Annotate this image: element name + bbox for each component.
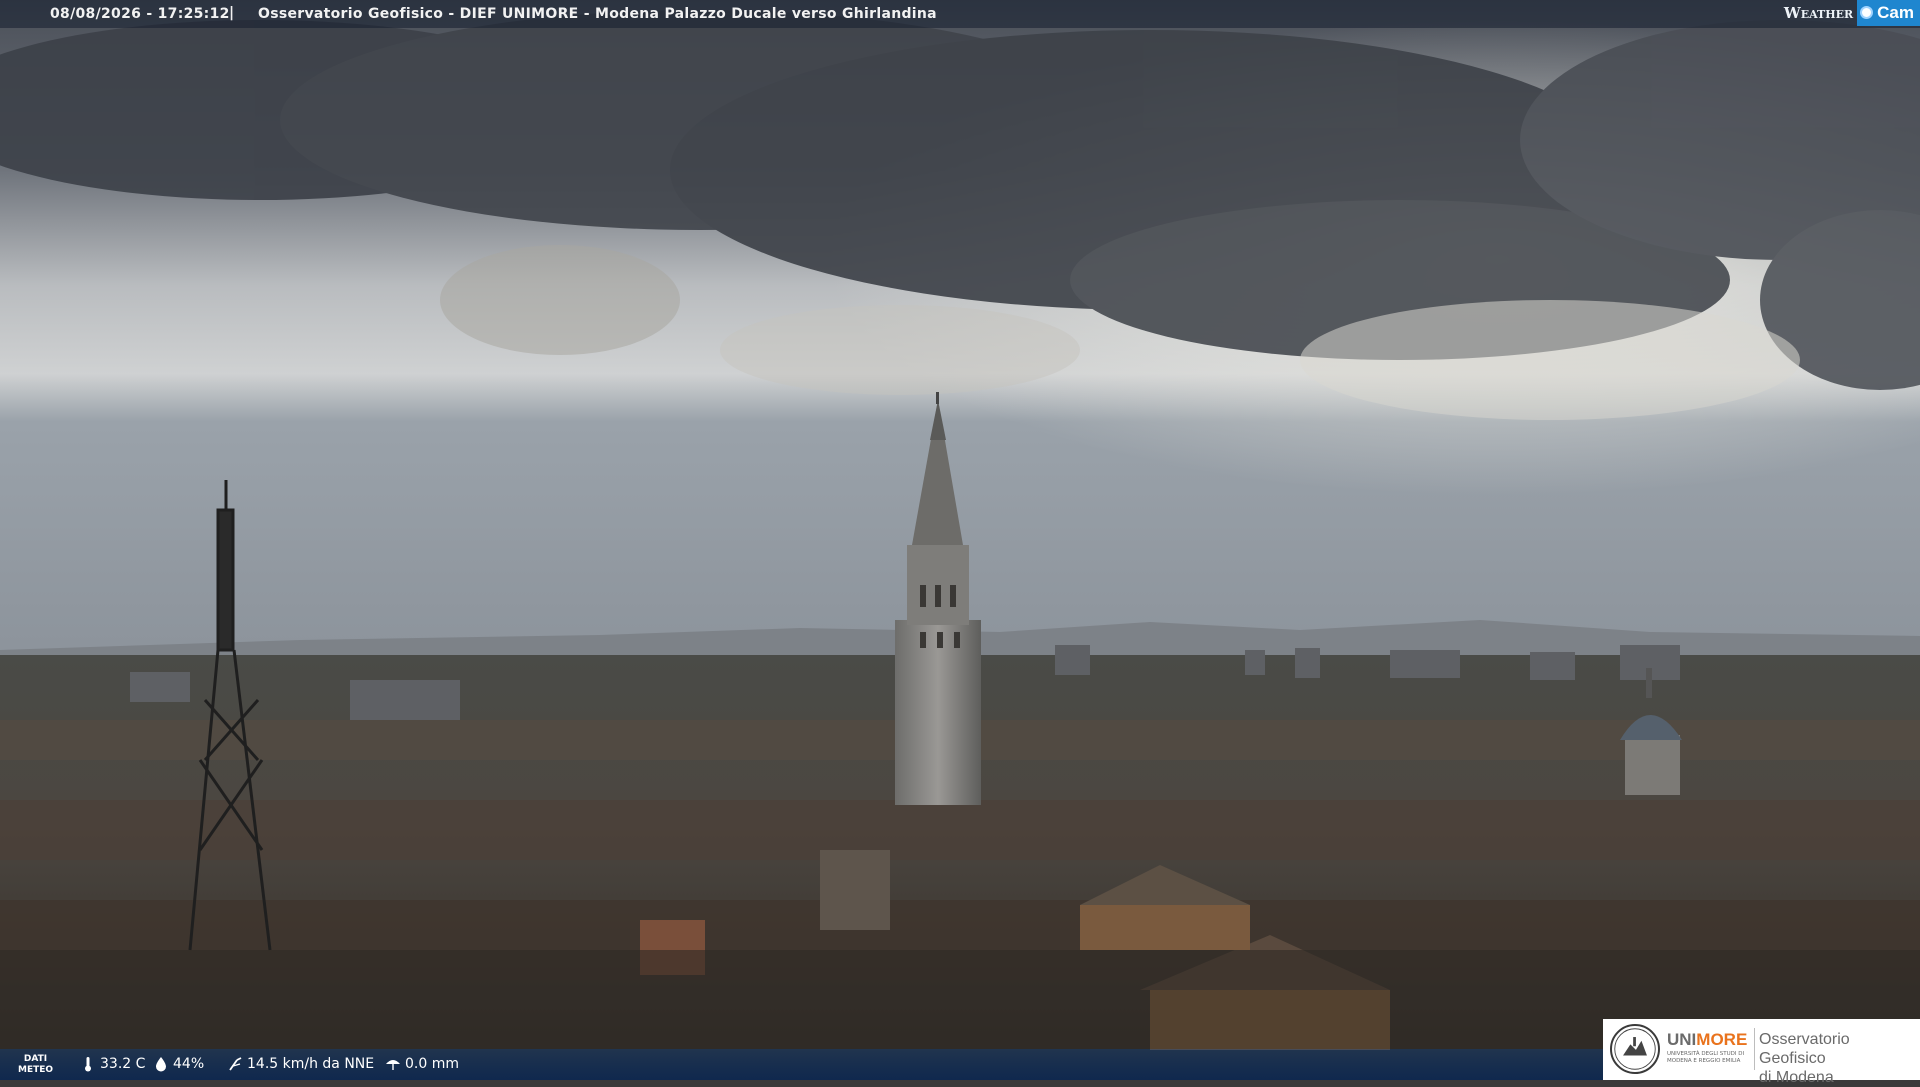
logo-divider <box>1754 1028 1755 1070</box>
weathercam-cam-badge: Cam <box>1857 0 1920 26</box>
rain-value: 0.0 mm <box>405 1056 459 1072</box>
temperature-value: 33.2 C <box>100 1056 146 1072</box>
webcam-image <box>0 0 1920 1080</box>
unimore-name-part2: MORE <box>1696 1030 1748 1049</box>
dati-meteo-label: DATI METEO <box>18 1054 53 1076</box>
unimore-subtitle: UNIVERSITÀ DEGLI STUDI DI MODENA E REGGI… <box>1667 1051 1744 1065</box>
weathercam-dot-icon <box>1860 6 1874 19</box>
university-seal-icon <box>1610 1024 1660 1074</box>
unimore-logo: UNIMORE UNIVERSITÀ DEGLI STUDI DI MODENA… <box>1603 1019 1920 1086</box>
unimore-subtitle-line1: UNIVERSITÀ DEGLI STUDI DI <box>1667 1051 1745 1057</box>
dati-meteo-line1: DATI <box>23 1054 48 1064</box>
weathercam-weather-text: Weather <box>1783 4 1854 22</box>
observatory-name-line1: Osservatorio Geofisico <box>1759 1031 1850 1067</box>
wind-icon <box>229 1057 242 1071</box>
humidity-value: 44% <box>173 1056 205 1072</box>
observatory-name-line2: di Modena <box>1759 1069 1834 1086</box>
capture-datetime: 08/08/2026 - 17:25:12 <box>50 6 230 22</box>
title-separator: | <box>229 5 235 21</box>
unimore-name: UNIMORE <box>1667 1030 1747 1050</box>
unimore-subtitle-line2: MODENA E REGGIO EMILIA <box>1667 1058 1741 1064</box>
wind-reading: 14.5 km/h da NNE <box>227 1056 374 1072</box>
weathercam-cam-text: Cam <box>1877 3 1914 22</box>
thermometer-icon <box>85 1057 91 1072</box>
weathercam-logo: Weather Cam <box>1784 0 1920 26</box>
observatory-name: Osservatorio Geofisico di Modena <box>1759 1030 1920 1087</box>
camera-title: Osservatorio Geofisico - DIEF UNIMORE - … <box>258 6 937 22</box>
droplet-icon <box>156 1057 166 1072</box>
dati-meteo-line2: METEO <box>18 1065 54 1075</box>
top-info-bar: 08/08/2026 - 17:25:12 | Osservatorio Geo… <box>0 0 1920 28</box>
unimore-name-part1: UNI <box>1667 1030 1697 1049</box>
rain-reading: 0.0 mm <box>385 1056 459 1072</box>
temperature-reading: 33.2 C <box>80 1056 145 1072</box>
wind-value: 14.5 km/h da NNE <box>247 1056 375 1072</box>
umbrella-icon <box>386 1060 400 1070</box>
humidity-reading: 44% <box>153 1056 204 1072</box>
